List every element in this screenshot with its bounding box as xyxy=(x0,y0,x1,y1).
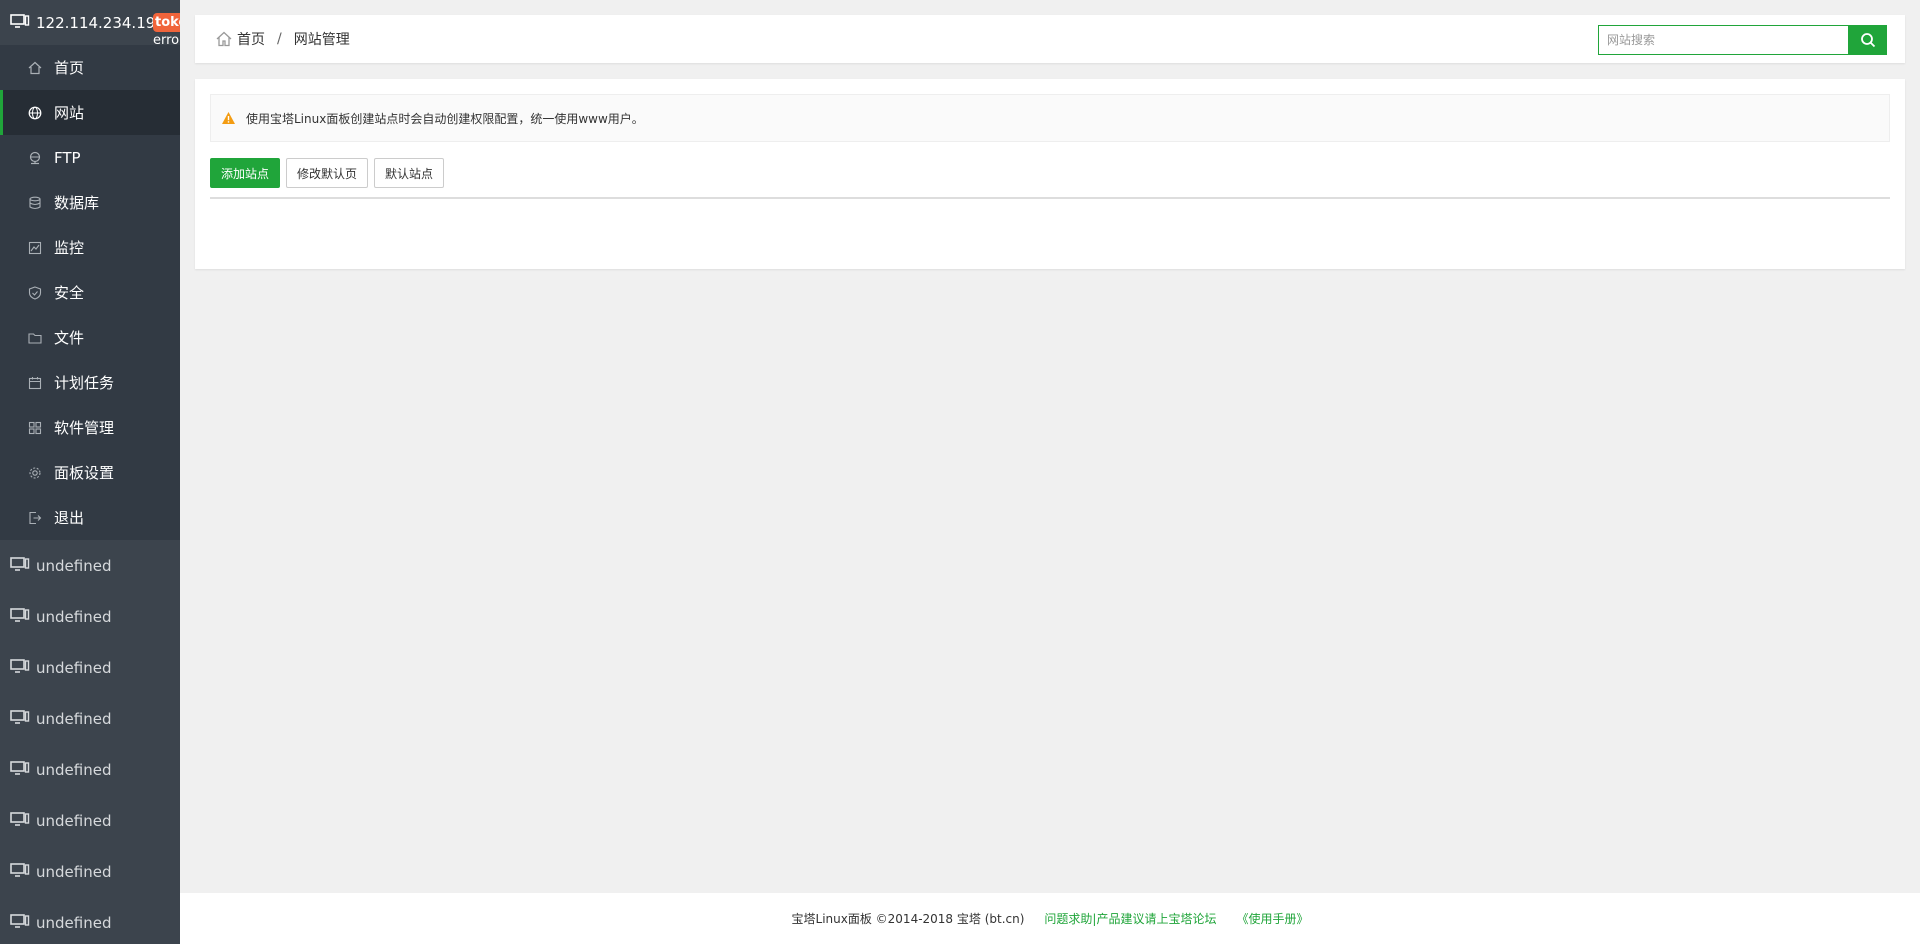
notice-bar: 使用宝塔Linux面板创建站点时会自动创建权限配置，统一使用www用户。 xyxy=(210,94,1890,142)
search-input[interactable] xyxy=(1598,25,1848,55)
notice-text: 使用宝塔Linux面板创建站点时会自动创建权限配置，统一使用www用户。 xyxy=(246,111,644,126)
database-icon xyxy=(27,195,43,211)
monitor-icon xyxy=(10,658,30,678)
server-list-item[interactable]: undefined xyxy=(0,795,180,846)
search-icon xyxy=(1860,32,1876,48)
server-list-item[interactable]: undefined xyxy=(0,693,180,744)
monitor-icon xyxy=(10,709,30,729)
search-box xyxy=(1598,25,1887,55)
sidebar-item-cron[interactable]: 计划任务 xyxy=(0,360,180,405)
server-list-label: undefined xyxy=(36,658,112,677)
site-panel: 使用宝塔Linux面板创建站点时会自动创建权限配置，统一使用www用户。 添加站… xyxy=(195,79,1905,269)
top-bar: 首页 / 网站管理 xyxy=(195,15,1905,63)
footer-copyright: 宝塔Linux面板 ©2014-2018 宝塔 (bt.cn) xyxy=(791,912,1025,926)
sidebar-item-ftp[interactable]: FTP xyxy=(0,135,180,180)
monitor-icon xyxy=(10,811,30,831)
monitor-icon xyxy=(10,913,30,933)
sidebar-item-monitor[interactable]: 监控 xyxy=(0,225,180,270)
server-list-label: undefined xyxy=(36,811,112,830)
sidebar-item-label: 安全 xyxy=(54,284,85,302)
server-list-label: undefined xyxy=(36,760,112,779)
server-ip: 122.114.234.194 xyxy=(36,13,165,32)
site-table xyxy=(210,197,1890,199)
globe-icon xyxy=(27,105,43,121)
home-icon xyxy=(215,30,233,48)
monitor-icon xyxy=(10,13,30,33)
main-menu: 首页 网站 FTP 数据库 监控 安全 文件 计划任务 软件管理 面板设置 退出 xyxy=(0,45,180,540)
server-list-label: undefined xyxy=(36,607,112,626)
server-list-label: undefined xyxy=(36,862,112,881)
sidebar: 122.114.234.194 token error 首页 网站 FTP xyxy=(0,0,180,944)
sidebar-item-home[interactable]: 首页 xyxy=(0,45,180,90)
sidebar-item-database[interactable]: 数据库 xyxy=(0,180,180,225)
breadcrumb-separator: / xyxy=(277,31,282,47)
sidebar-item-label: 计划任务 xyxy=(54,374,115,392)
footer: 宝塔Linux面板 ©2014-2018 宝塔 (bt.cn) 问题求助|产品建… xyxy=(180,893,1920,944)
sidebar-item-label: 软件管理 xyxy=(54,419,115,437)
server-list-label: undefined xyxy=(36,709,112,728)
gear-icon xyxy=(27,465,43,481)
breadcrumb-home-link[interactable]: 首页 xyxy=(237,29,265,49)
forum-link[interactable]: 问题求助|产品建议请上宝塔论坛 xyxy=(1044,910,1216,927)
sidebar-item-label: 退出 xyxy=(54,509,85,527)
monitor-chart-icon xyxy=(27,240,43,256)
grid-icon xyxy=(27,420,43,436)
search-button[interactable] xyxy=(1848,25,1887,55)
token-badge: token xyxy=(153,13,180,32)
monitor-icon xyxy=(10,862,30,882)
add-site-button[interactable]: 添加站点 xyxy=(210,158,281,188)
sidebar-item-label: 网站 xyxy=(54,104,85,122)
breadcrumb: 首页 / 网站管理 xyxy=(215,15,350,63)
sidebar-item-label: 面板设置 xyxy=(54,464,115,482)
current-server[interactable]: 122.114.234.194 token error xyxy=(0,0,180,48)
main-area: 首页 / 网站管理 使用宝塔Linux面板创建站点时会自动创建权限配置，统一使用… xyxy=(180,0,1920,944)
server-list-item[interactable]: undefined xyxy=(0,540,180,591)
action-buttons: 添加站点 修改默认页 默认站点 xyxy=(210,158,445,188)
server-list-item[interactable]: undefined xyxy=(0,744,180,795)
server-list: undefined undefined undefined undefined … xyxy=(0,540,180,944)
server-list-item[interactable]: undefined xyxy=(0,846,180,897)
sidebar-item-label: 数据库 xyxy=(54,194,100,212)
shield-icon xyxy=(27,285,43,301)
server-list-item[interactable]: undefined xyxy=(0,642,180,693)
server-list-item[interactable]: undefined xyxy=(0,897,180,944)
breadcrumb-current: 网站管理 xyxy=(293,32,350,48)
server-list-label: undefined xyxy=(36,913,112,932)
home-icon xyxy=(27,60,43,76)
default-site-button[interactable]: 默认站点 xyxy=(374,158,445,188)
sidebar-item-label: 文件 xyxy=(54,329,85,347)
sidebar-item-website[interactable]: 网站 xyxy=(0,90,180,135)
server-list-item[interactable]: undefined xyxy=(0,591,180,642)
manual-link[interactable]: 《使用手册》 xyxy=(1236,910,1308,927)
ftp-icon xyxy=(27,150,43,166)
folder-icon xyxy=(27,330,43,346)
sidebar-item-label: FTP xyxy=(54,148,81,167)
sidebar-item-label: 首页 xyxy=(54,59,85,77)
sidebar-item-software[interactable]: 软件管理 xyxy=(0,405,180,450)
warning-icon xyxy=(221,111,236,125)
monitor-icon xyxy=(10,607,30,627)
sidebar-item-label: 监控 xyxy=(54,239,85,257)
sidebar-item-security[interactable]: 安全 xyxy=(0,270,180,315)
sidebar-item-logout[interactable]: 退出 xyxy=(0,495,180,540)
monitor-icon xyxy=(10,760,30,780)
edit-default-page-button[interactable]: 修改默认页 xyxy=(286,158,369,188)
sidebar-item-settings[interactable]: 面板设置 xyxy=(0,450,180,495)
monitor-icon xyxy=(10,556,30,576)
server-list-label: undefined xyxy=(36,556,112,575)
sidebar-item-files[interactable]: 文件 xyxy=(0,315,180,360)
logout-icon xyxy=(27,510,43,526)
calendar-icon xyxy=(27,375,43,391)
